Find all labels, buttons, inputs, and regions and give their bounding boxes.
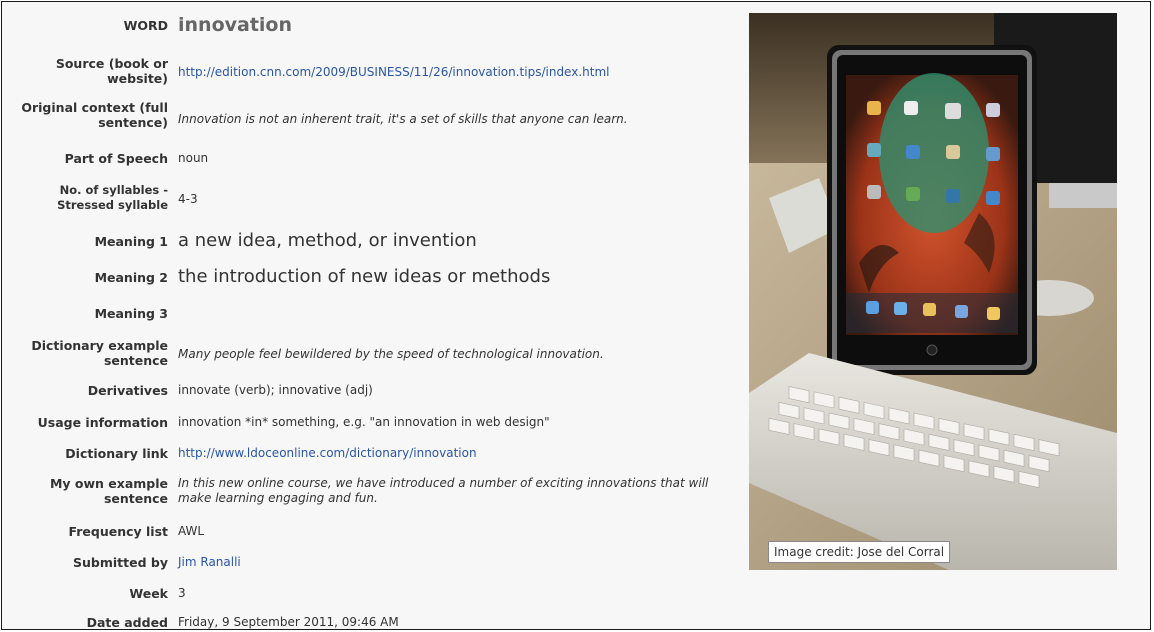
submitted-by-value: Jim Ranalli (178, 555, 732, 570)
submitted-by-label: Submitted by (73, 555, 168, 570)
meaning-1-value: a new idea, method, or invention (178, 230, 477, 251)
meaning-2-label: Meaning 2 (94, 270, 168, 285)
part-of-speech-label: Part of Speech (64, 151, 168, 166)
frequency-list-value: AWL (178, 524, 205, 538)
original-context-label: Original context (full sentence) (21, 100, 168, 130)
meaning-3-row: Meaning 3 (2, 306, 732, 321)
derivatives-row: Derivatives innovate (verb); innovative … (2, 383, 732, 398)
derivatives-value: innovate (verb); innovative (adj) (178, 383, 373, 397)
source-value: http://edition.cnn.com/2009/BUSINESS/11/… (178, 65, 732, 80)
meaning-2-value: the introduction of new ideas or methods (178, 266, 551, 287)
usage-value: innovation *in* something, e.g. "an inno… (178, 415, 550, 429)
own-example-value: In this new online course, we have intro… (178, 476, 709, 505)
syllables-label: No. of syllables - Stressed syllable (57, 183, 168, 212)
source-link[interactable]: http://edition.cnn.com/2009/BUSINESS/11/… (178, 65, 609, 79)
meaning-3-label: Meaning 3 (94, 306, 168, 321)
original-context-row: Original context (full sentence) Innovat… (2, 100, 732, 130)
ipad-photo-illustration (749, 13, 1117, 570)
meaning-1-row: Meaning 1 a new idea, method, or inventi… (2, 230, 732, 252)
source-label: Source (book or website) (55, 56, 168, 86)
own-example-row: My own example sentence In this new onli… (2, 476, 732, 506)
submitted-by-row: Submitted by Jim Ranalli (2, 555, 732, 570)
dictionary-link-label: Dictionary link (65, 446, 168, 461)
dictionary-link-row: Dictionary link http://www.ldoceonline.c… (2, 446, 732, 461)
derivatives-label: Derivatives (87, 383, 168, 398)
dictionary-example-value: Many people feel bewildered by the speed… (178, 347, 604, 361)
word-label: WORD (123, 18, 168, 33)
usage-label: Usage information (37, 415, 168, 430)
ipad-photo (749, 13, 1117, 570)
syllables-value: 4-3 (178, 192, 198, 206)
date-added-row: Date added Friday, 9 September 2011, 09:… (2, 615, 732, 630)
date-added-value: Friday, 9 September 2011, 09:46 AM (178, 615, 399, 629)
dictionary-link[interactable]: http://www.ldoceonline.com/dictionary/in… (178, 446, 477, 460)
part-of-speech-value: noun (178, 151, 209, 165)
syllables-row: No. of syllables - Stressed syllable 4-3 (2, 183, 732, 213)
dictionary-example-label: Dictionary example sentence (31, 338, 168, 368)
meaning-1-label: Meaning 1 (94, 234, 168, 249)
frequency-list-label: Frequency list (68, 524, 169, 539)
meaning-2-row: Meaning 2 the introduction of new ideas … (2, 266, 732, 288)
dictionary-example-row: Dictionary example sentence Many people … (2, 338, 732, 368)
image-credit-tooltip: Image credit: Jose del Corral (768, 541, 951, 563)
word-value: innovation (178, 14, 292, 36)
word-row: WORD innovation (2, 14, 732, 36)
date-added-label: Date added (86, 615, 168, 630)
submitter-link[interactable]: Jim Ranalli (178, 555, 241, 569)
own-example-label: My own example sentence (49, 476, 168, 506)
dictionary-link-value: http://www.ldoceonline.com/dictionary/in… (178, 446, 732, 461)
source-row: Source (book or website) http://edition.… (2, 56, 732, 86)
week-value: 3 (178, 586, 186, 600)
frequency-list-row: Frequency list AWL (2, 524, 732, 539)
original-context-value: Innovation is not an inherent trait, it'… (178, 112, 628, 126)
part-of-speech-row: Part of Speech noun (2, 151, 732, 166)
week-label: Week (129, 586, 168, 601)
usage-row: Usage information innovation *in* someth… (2, 415, 732, 430)
week-row: Week 3 (2, 586, 732, 601)
